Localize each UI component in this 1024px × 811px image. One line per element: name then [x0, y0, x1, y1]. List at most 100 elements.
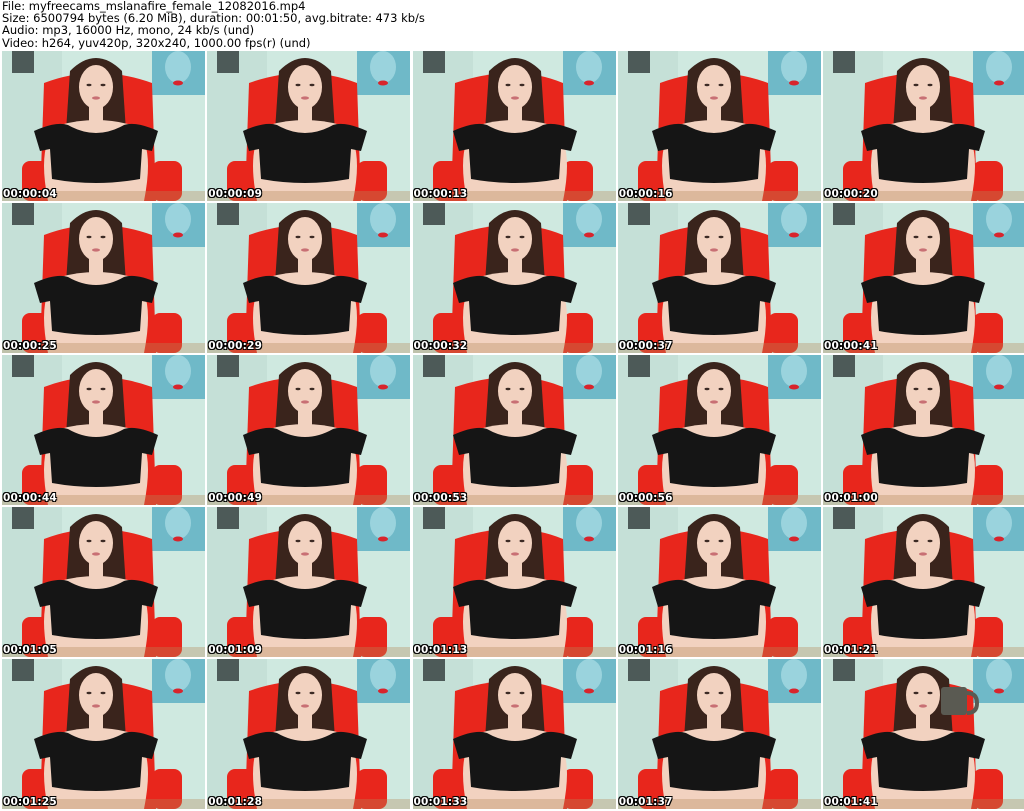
- poster: [973, 203, 1024, 247]
- video-frame: [617, 51, 821, 201]
- thumbnail-timestamp: 00:00:32: [413, 340, 468, 352]
- video-thumbnail[interactable]: 00:01:25: [2, 659, 205, 809]
- audio-line: Audio: mp3, 16000 Hz, mono, 24 kb/s (und…: [2, 23, 255, 38]
- video-thumbnail[interactable]: 00:00:20: [823, 51, 1024, 201]
- video-thumbnail[interactable]: 00:00:25: [2, 203, 205, 353]
- video-thumbnail[interactable]: 00:01:28: [207, 659, 411, 809]
- thumbnail-timestamp: 00:00:56: [618, 492, 673, 504]
- thumbnail-timestamp: 00:00:20: [824, 188, 878, 200]
- thumbnail-timestamp: 00:00:49: [208, 492, 263, 504]
- video-thumbnail[interactable]: 00:01:13: [412, 507, 616, 657]
- poster: [357, 659, 411, 703]
- video-line: Video: h264, yuv420p, 320x240, 1000.00 f…: [2, 35, 311, 50]
- thumbnail-timestamp: 00:01:41: [824, 796, 878, 808]
- poster: [767, 203, 821, 247]
- thumbnail-timestamp: 00:00:29: [208, 340, 263, 352]
- poster: [357, 507, 411, 551]
- thumbnail-timestamp: 00:00:41: [824, 340, 878, 352]
- video-frame: [207, 355, 411, 505]
- poster: [152, 659, 205, 703]
- thumbnail-timestamp: 00:00:09: [208, 188, 263, 200]
- video-frame: [412, 203, 616, 353]
- video-thumbnail[interactable]: 00:00:32: [412, 203, 616, 353]
- video-thumbnail[interactable]: 00:00:44: [2, 355, 205, 505]
- poster: [357, 355, 411, 399]
- thumbnail-timestamp: 00:01:16: [618, 644, 673, 656]
- thumbnail-timestamp: 00:00:37: [618, 340, 673, 352]
- poster: [973, 51, 1024, 95]
- video-thumbnail[interactable]: 00:01:41: [823, 659, 1024, 809]
- video-thumbnail[interactable]: 00:00:16: [617, 51, 821, 201]
- video-thumbnail[interactable]: 00:01:16: [617, 507, 821, 657]
- poster: [562, 659, 616, 703]
- thumbnail-timestamp: 00:00:04: [3, 188, 57, 200]
- thumbnail-timestamp: 00:01:25: [3, 796, 57, 808]
- thumbnail-timestamp: 00:01:21: [824, 644, 878, 656]
- poster: [767, 51, 821, 95]
- thumbnail-timestamp: 00:00:13: [413, 188, 468, 200]
- video-frame: [207, 51, 411, 201]
- video-thumbnail[interactable]: 00:01:05: [2, 507, 205, 657]
- video-thumbnail[interactable]: 00:00:09: [207, 51, 411, 201]
- thumbnail-timestamp: 00:01:13: [413, 644, 468, 656]
- file-info-header: File: myfreecams_mslanafire_female_12082…: [0, 0, 1024, 50]
- poster: [152, 507, 205, 551]
- poster: [152, 355, 205, 399]
- video-frame: [617, 355, 821, 505]
- poster: [357, 51, 411, 95]
- thumbnail-timestamp: 00:00:25: [3, 340, 57, 352]
- poster: [973, 507, 1024, 551]
- video-thumbnail[interactable]: 00:00:49: [207, 355, 411, 505]
- video-frame: [2, 355, 205, 505]
- video-frame: [617, 507, 821, 657]
- video-frame: [412, 51, 616, 201]
- video-thumbnail[interactable]: 00:00:04: [2, 51, 205, 201]
- poster: [973, 659, 1024, 703]
- video-frame: [412, 507, 616, 657]
- video-frame: [2, 507, 205, 657]
- video-frame: [823, 507, 1024, 657]
- video-thumbnail[interactable]: 00:01:21: [823, 507, 1024, 657]
- thumbnail-timestamp: 00:00:44: [3, 492, 57, 504]
- thumbnail-grid: 00:00:04 00:00:09 00:00:13 00:00:16 00:0…: [0, 51, 1024, 811]
- video-frame: [823, 51, 1024, 201]
- poster: [152, 51, 205, 95]
- video-frame: [2, 203, 205, 353]
- thumbnail-timestamp: 00:01:37: [618, 796, 673, 808]
- thumbnail-timestamp: 00:01:28: [208, 796, 263, 808]
- video-frame: [823, 659, 1024, 809]
- video-thumbnail[interactable]: 00:00:41: [823, 203, 1024, 353]
- thumbnail-timestamp: 00:01:09: [208, 644, 263, 656]
- video-thumbnail[interactable]: 00:00:56: [617, 355, 821, 505]
- poster: [562, 355, 616, 399]
- video-frame: [207, 659, 411, 809]
- poster: [562, 51, 616, 95]
- video-thumbnail[interactable]: 00:01:37: [617, 659, 821, 809]
- thumbnail-timestamp: 00:01:00: [824, 492, 878, 504]
- thumbnail-timestamp: 00:00:16: [618, 188, 673, 200]
- poster: [562, 507, 616, 551]
- thumbnail-timestamp: 00:00:53: [413, 492, 468, 504]
- poster: [973, 355, 1024, 399]
- video-frame: [823, 355, 1024, 505]
- video-frame: [412, 659, 616, 809]
- poster: [767, 507, 821, 551]
- video-thumbnail[interactable]: 00:01:09: [207, 507, 411, 657]
- poster: [767, 659, 821, 703]
- video-frame: [2, 51, 205, 201]
- video-frame: [823, 203, 1024, 353]
- poster: [562, 203, 616, 247]
- video-frame: [617, 659, 821, 809]
- video-frame: [412, 355, 616, 505]
- video-thumbnail[interactable]: 00:01:33: [412, 659, 616, 809]
- video-thumbnail[interactable]: 00:00:13: [412, 51, 616, 201]
- poster: [767, 355, 821, 399]
- thumbnail-timestamp: 00:01:33: [413, 796, 468, 808]
- video-frame: [2, 659, 205, 809]
- video-thumbnail[interactable]: 00:00:53: [412, 355, 616, 505]
- video-thumbnail[interactable]: 00:00:37: [617, 203, 821, 353]
- video-thumbnail[interactable]: 00:00:29: [207, 203, 411, 353]
- video-thumbnail[interactable]: 00:01:00: [823, 355, 1024, 505]
- thumbnail-timestamp: 00:01:05: [3, 644, 57, 656]
- poster: [357, 203, 411, 247]
